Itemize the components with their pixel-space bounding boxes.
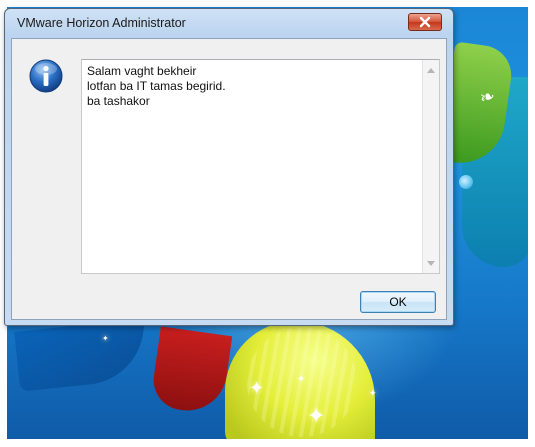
- scroll-up-button[interactable]: [423, 62, 439, 78]
- ok-button[interactable]: OK: [360, 291, 436, 313]
- wallpaper-red-leaf: [149, 326, 233, 416]
- title-bar[interactable]: VMware Horizon Administrator: [5, 9, 453, 37]
- info-icon: [29, 59, 63, 93]
- sparkle-icon: ✦: [249, 378, 265, 398]
- message-dialog: VMware Horizon Administrator Salam vaght…: [4, 8, 454, 326]
- wallpaper-orb: [459, 175, 473, 189]
- sparkle-icon: ✦: [297, 374, 306, 385]
- vertical-scrollbar[interactable]: [422, 60, 439, 273]
- sparkle-icon: ✦: [369, 388, 377, 398]
- sparkle-icon: ✦: [102, 334, 109, 343]
- chevron-down-icon: [427, 260, 435, 266]
- close-icon: [419, 16, 431, 28]
- wallpaper-blue-wedge: [14, 318, 150, 392]
- window-title: VMware Horizon Administrator: [17, 16, 186, 30]
- scroll-down-button[interactable]: [423, 255, 439, 271]
- close-button[interactable]: [408, 13, 442, 31]
- chevron-up-icon: [427, 67, 435, 73]
- dialog-content: Salam vaght bekheir lotfan ba IT tamas b…: [11, 38, 447, 320]
- message-textbox[interactable]: Salam vaght bekheir lotfan ba IT tamas b…: [81, 59, 440, 274]
- message-text: Salam vaght bekheir lotfan ba IT tamas b…: [87, 64, 226, 108]
- sparkle-icon: ✦: [307, 403, 326, 428]
